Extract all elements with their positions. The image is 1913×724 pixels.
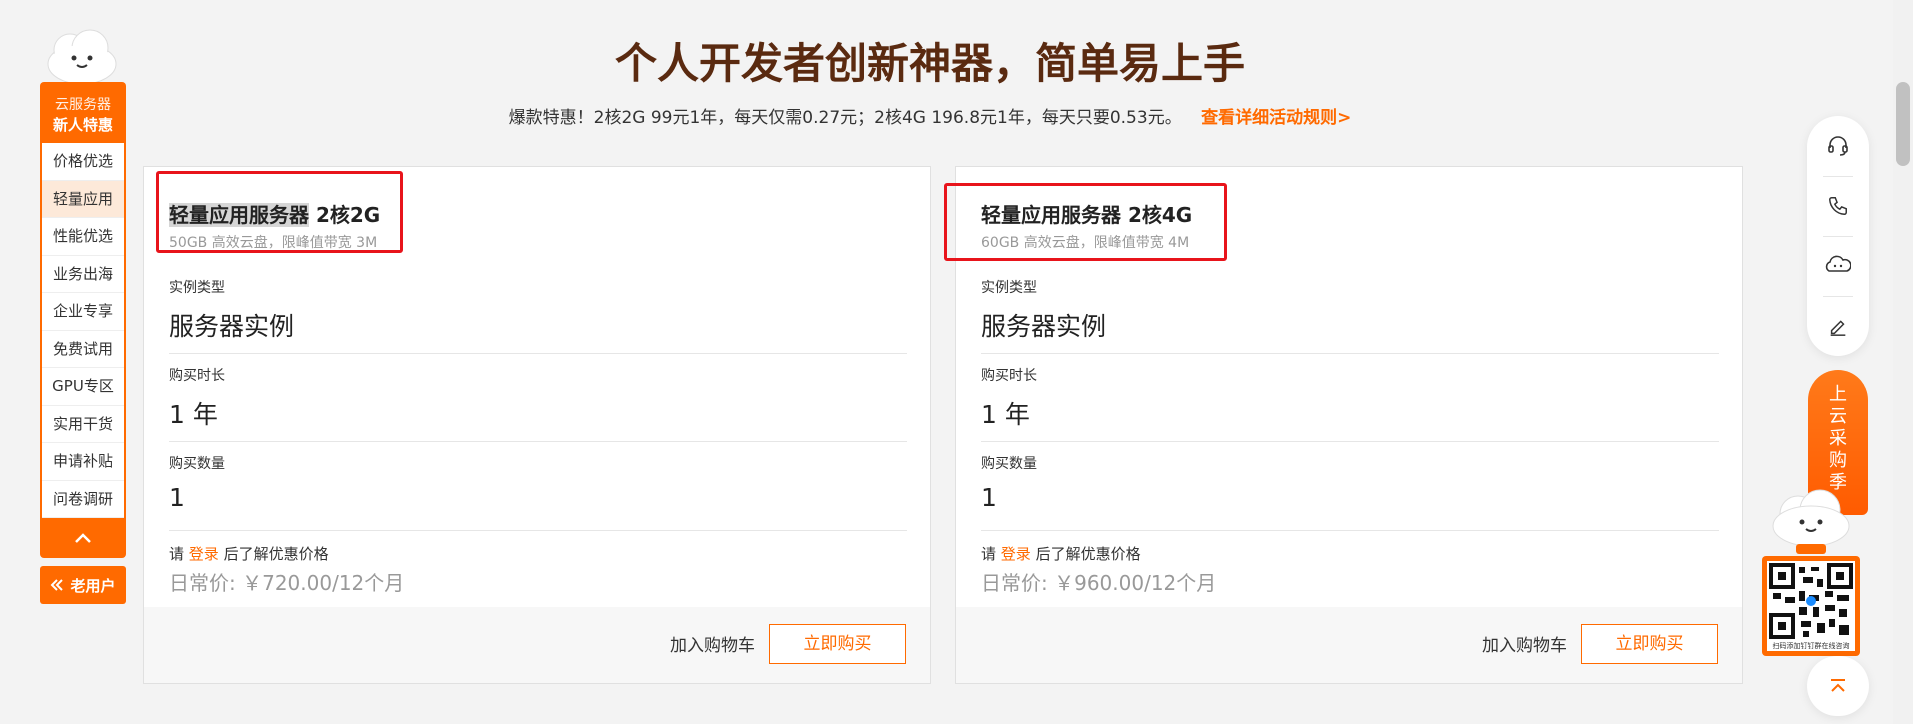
collapse-up-button[interactable] [40,518,126,558]
left-nav-item-free-trial[interactable]: 免费试用 [42,331,124,368]
login-note: 请 登录 后了解优惠价格 [981,543,1141,564]
login-note: 请 登录 后了解优惠价格 [169,543,329,564]
instance-type-label: 实例类型 [981,280,1037,296]
login-prefix: 请 [981,545,1001,563]
left-nav-item-enterprise[interactable]: 企业专享 [42,293,124,331]
login-suffix: 后了解优惠价格 [218,545,329,563]
card-footer: 加入购物车 立即购买 [144,607,930,683]
rules-link[interactable]: 查看详细活动规则> [1201,108,1351,128]
instance-type-field: 实例类型 服务器实例 [169,277,907,354]
login-suffix: 后了解优惠价格 [1030,545,1141,563]
buy-now-button[interactable]: 立即购买 [1581,624,1718,664]
product-card-2c4g: 轻量应用服务器 2核4G 60GB 高效云盘，限峰值带宽 4M 实例类型 服务器… [944,166,1743,684]
card-title: 轻量应用服务器 2核2G [169,199,380,228]
quantity-label: 购买数量 [981,456,1037,472]
right-toolbar [1807,116,1869,356]
double-chevron-left-icon [51,579,64,591]
quantity-value[interactable]: 1 [169,483,907,512]
back-to-top-button[interactable] [1807,656,1869,716]
quantity-label: 购买数量 [169,456,225,472]
card-subtitle: 60GB 高效云盘，限峰值带宽 4M [981,235,1190,251]
card-title: 轻量应用服务器 2核4G [981,199,1192,228]
card-title-spec: 2核4G [1121,203,1193,227]
phone-button[interactable] [1807,176,1869,236]
edit-icon [1830,320,1846,336]
scrollbar-thumb[interactable] [1896,82,1910,166]
cloud-mascot-icon [47,29,117,85]
chevron-up-icon [75,533,91,543]
qr-code-panel: 扫码添加钉钉群在线咨询 [1762,556,1860,656]
duration-field: 购买时长 1 年 [981,365,1719,442]
qr-caption: 扫码添加钉钉群在线咨询 [1772,642,1850,650]
qr-code: 扫码添加钉钉群在线咨询 [1767,561,1855,651]
card-title-product: 轻量应用服务器 [169,203,309,227]
login-prefix: 请 [169,545,189,563]
season-char: 云 [1829,406,1847,427]
chat-bot-icon [1825,255,1851,272]
buy-now-button[interactable]: 立即购买 [769,624,906,664]
season-char: 上 [1829,384,1847,405]
left-nav-head-small: 云服务器 [55,97,111,113]
card-title-spec: 2核2G [309,203,381,227]
phone-icon [1829,197,1847,215]
old-user-label: 老用户 [70,576,116,595]
left-nav-item-tips[interactable]: 实用干货 [42,406,124,443]
left-nav-item-gpu[interactable]: GPU专区 [42,368,124,406]
product-card-2c2g: 轻量应用服务器 2核2G 50GB 高效云盘，限峰值带宽 3M 实例类型 服务器… [143,166,931,684]
left-nav-item-performance[interactable]: 性能优选 [42,218,124,256]
left-nav: 云服务器 新人特惠 价格优选 轻量应用 性能优选 业务出海 企业专享 免费试用 … [40,82,126,558]
qr-code-icon [1769,563,1853,639]
quantity-field: 购买数量 1 [169,453,907,531]
left-nav-item-subsidy[interactable]: 申请补贴 [42,443,124,481]
left-nav-list: 价格优选 轻量应用 性能优选 业务出海 企业专享 免费试用 GPU专区 实用干货… [42,143,124,518]
left-nav-head-big: 新人特惠 [52,116,113,134]
promo-text: 爆款特惠！2核2G 99元1年，每天仅需0.27元；2核4G 196.8元1年，… [508,108,1182,128]
duration-label: 购买时长 [981,368,1037,384]
daily-price: 日常价: ￥720.00/12个月 [169,571,405,595]
daily-price: 日常价: ￥960.00/12个月 [981,571,1217,595]
instance-type-field: 实例类型 服务器实例 [981,277,1719,354]
page-title: 个人开发者创新神器，简单易上手 [614,39,1245,88]
instance-type-label: 实例类型 [169,280,225,296]
quantity-field: 购买数量 1 [981,453,1719,531]
cloud-mascot-icon [1772,489,1850,554]
duration-label: 购买时长 [169,368,225,384]
arrow-to-top-icon [1831,679,1845,692]
instance-type-value[interactable]: 服务器实例 [169,307,907,343]
duration-field: 购买时长 1 年 [169,365,907,442]
left-nav-item-survey[interactable]: 问卷调研 [42,481,124,518]
season-char: 购 [1829,450,1847,471]
left-nav-item-price[interactable]: 价格优选 [42,143,124,181]
add-to-cart-button[interactable]: 加入购物车 [1482,631,1567,656]
customer-service-button[interactable] [1807,116,1869,176]
chat-bot-button[interactable] [1807,236,1869,296]
left-nav-item-overseas[interactable]: 业务出海 [42,256,124,293]
quantity-value[interactable]: 1 [981,483,1719,512]
card-footer: 加入购物车 立即购买 [956,607,1742,683]
duration-value[interactable]: 1 年 [981,395,1719,431]
duration-value[interactable]: 1 年 [169,395,907,431]
feedback-button[interactable] [1807,296,1869,356]
old-user-button[interactable]: 老用户 [40,566,126,604]
left-nav-head: 云服务器 新人特惠 [40,82,126,143]
headset-icon [1828,136,1848,156]
card-subtitle: 50GB 高效云盘，限峰值带宽 3M [169,235,378,251]
add-to-cart-button[interactable]: 加入购物车 [670,631,755,656]
login-link[interactable]: 登录 [1001,545,1031,563]
instance-type-value[interactable]: 服务器实例 [981,307,1719,343]
left-nav-item-lightweight[interactable]: 轻量应用 [42,180,124,218]
card-title-product: 轻量应用服务器 [981,203,1121,227]
season-char: 采 [1829,428,1847,449]
login-link[interactable]: 登录 [189,545,219,563]
promo-line: 爆款特惠！2核2G 99元1年，每天仅需0.27元；2核4G 196.8元1年，… [0,103,1860,128]
